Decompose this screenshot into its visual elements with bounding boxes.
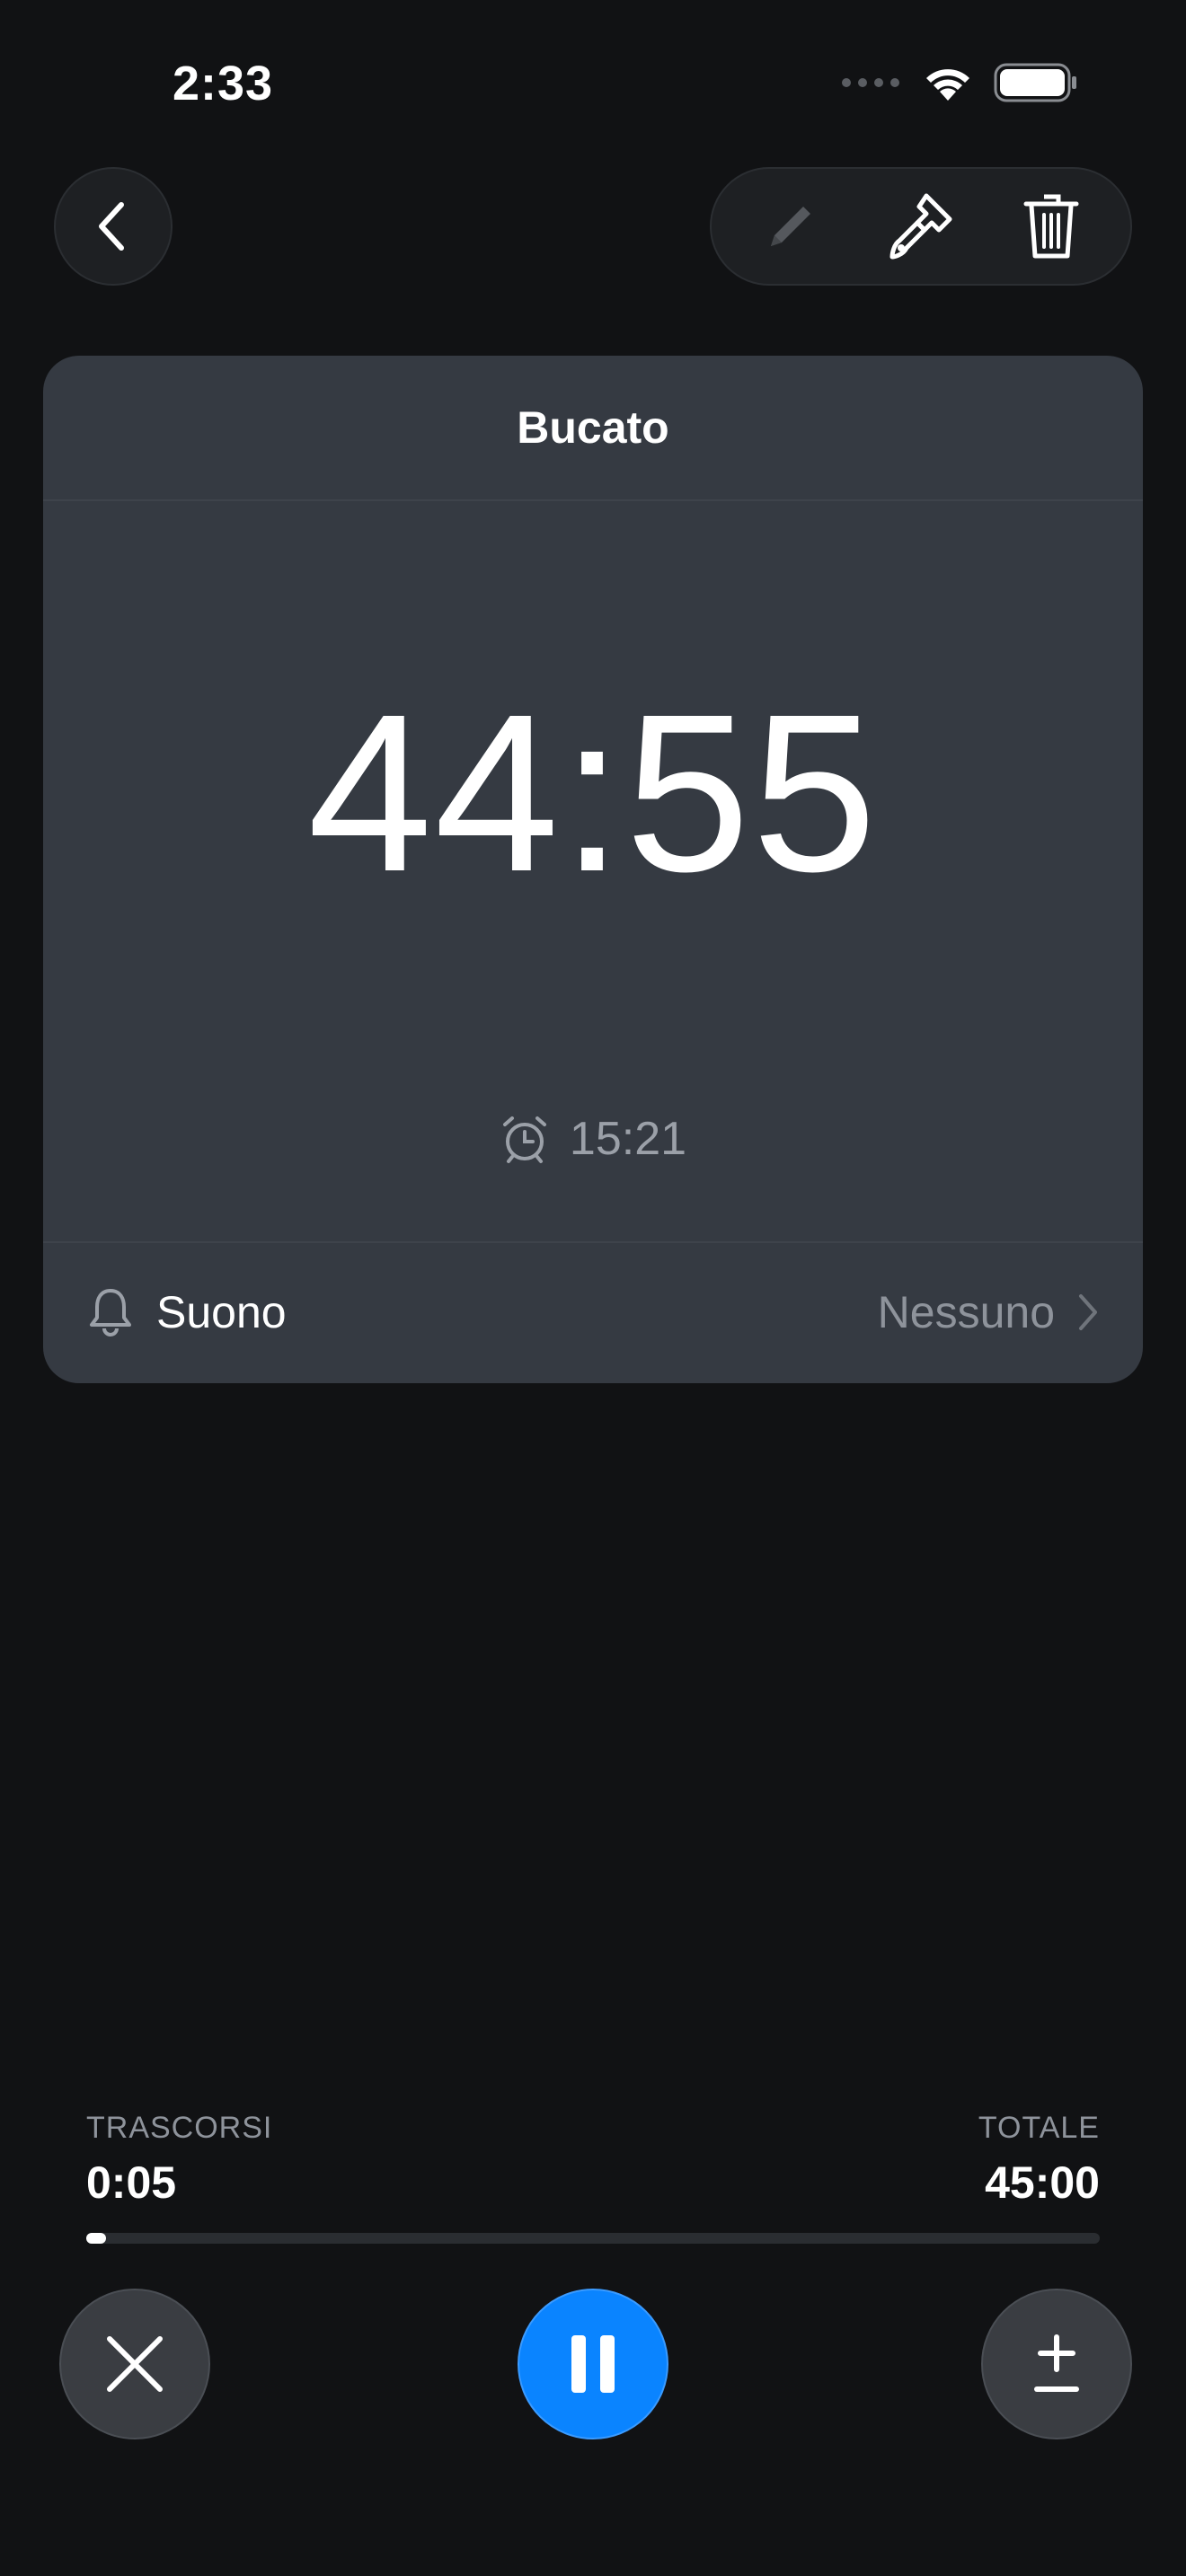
trash-icon [1023,194,1079,259]
total-label: TOTALE [978,2111,1100,2145]
adjust-time-button[interactable] [981,2289,1132,2439]
alarm-clock-icon [502,1116,546,1163]
end-time-value: 15:21 [569,1113,687,1165]
status-icons [841,63,1078,102]
end-time: 15:21 [43,1112,1143,1166]
card-body: 44:55 15:21 [43,501,1143,1243]
elapsed-value: 0:05 [86,2157,177,2208]
battery-icon [994,63,1076,102]
pause-icon [571,2335,615,2393]
timer-title: Bucato [517,402,669,453]
elapsed-label: TRASCORSI [86,2111,273,2145]
timer-card: Bucato 44:55 15:21 Suono Nessuno [43,356,1143,1383]
paintbrush-icon [890,193,952,260]
theme-button[interactable] [872,177,970,276]
cancel-button[interactable] [59,2289,210,2439]
sound-row-left: Suono [88,1286,287,1338]
countdown-display: 44:55 [307,667,879,918]
sound-row[interactable]: Suono Nessuno [43,1243,1143,1381]
close-icon [107,2336,163,2392]
delete-button[interactable] [1002,177,1101,276]
sound-row-right: Nessuno [878,1286,1100,1338]
progress-fill [86,2233,106,2244]
back-button[interactable] [54,167,173,286]
card-header: Bucato [43,356,1143,501]
timer-screen: 2:33 Bucato 44:55 15:21 Suono Nessuno TR… [0,0,1186,2576]
pencil-icon [771,207,811,246]
plus-minus-icon [1034,2334,1079,2392]
sound-value: Nessuno [877,1287,1055,1337]
chevron-left-icon [99,202,124,251]
total-block: TOTALE 45:00 [978,2111,1100,2209]
elapsed-block: TRASCORSI 0:05 [86,2111,272,2209]
wifi-icon [926,69,969,101]
signal-icon [842,78,899,87]
sound-label: Suono [156,1287,287,1337]
total-value: 45:00 [985,2157,1100,2208]
chevron-right-icon [1079,1294,1097,1330]
bell-icon [90,1289,131,1337]
pause-button[interactable] [518,2289,668,2439]
status-time: 2:33 [173,57,274,110]
toolbar [710,167,1132,286]
edit-button[interactable] [741,177,840,276]
progress-bar [86,2233,1100,2244]
